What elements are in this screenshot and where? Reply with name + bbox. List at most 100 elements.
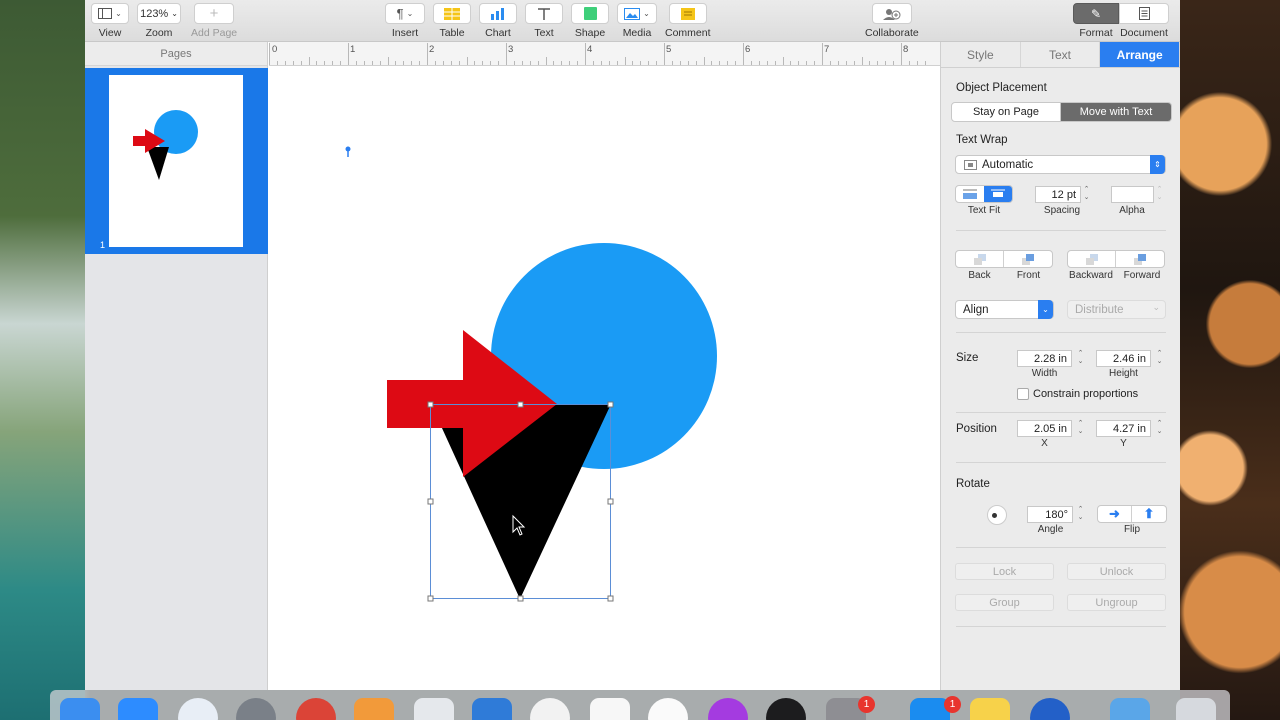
document-item[interactable]: Document	[1119, 3, 1169, 39]
downloads-folder-icon[interactable]	[1110, 698, 1150, 720]
document-canvas[interactable]	[269, 67, 940, 690]
width-field[interactable]: 2.28 in	[1017, 350, 1072, 367]
document-button[interactable]	[1119, 3, 1169, 24]
keynote-icon[interactable]	[472, 698, 512, 720]
x-stepper[interactable]: ⌃ ⌄	[1076, 420, 1085, 437]
zoom-menu[interactable]: 123% ⌄ Zoom	[137, 3, 181, 39]
ruler-tick	[269, 43, 270, 65]
back-label: Back	[968, 270, 991, 281]
insert-button[interactable]: ¶ ⌄	[385, 3, 425, 24]
app-icon[interactable]	[1030, 698, 1070, 720]
ruler-tick	[371, 61, 373, 65]
forward-button[interactable]	[1116, 251, 1164, 267]
table-button[interactable]	[433, 3, 471, 24]
media-button[interactable]: ⌄	[617, 3, 657, 24]
insert-menu[interactable]: ¶ ⌄ Insert	[385, 3, 425, 39]
unlock-button[interactable]: Unlock	[1067, 563, 1166, 580]
text-fit-option-2[interactable]	[984, 186, 1012, 202]
tab-arrange[interactable]: Arrange	[1100, 42, 1181, 67]
y-stepper[interactable]: ⌃ ⌄	[1155, 420, 1164, 437]
height-stepper[interactable]: ⌃ ⌄	[1155, 350, 1164, 367]
object-placement-control: Stay on Page Move with Text	[951, 102, 1172, 122]
media-menu[interactable]: ⌄ Media	[617, 3, 657, 39]
pages-icon[interactable]	[354, 698, 394, 720]
width-stepper[interactable]: ⌃ ⌄	[1076, 350, 1085, 367]
height-field[interactable]: 2.46 in	[1096, 350, 1151, 367]
view-button[interactable]: ⌄	[91, 3, 129, 24]
ruler-tick	[348, 43, 349, 65]
podcasts-icon[interactable]	[708, 698, 748, 720]
reminders-icon[interactable]	[590, 698, 630, 720]
alpha-field[interactable]	[1111, 186, 1154, 203]
text-wrap-popup[interactable]: Automatic ⇕	[955, 155, 1166, 174]
distribute-popup[interactable]: Distribute ⌄	[1067, 300, 1166, 319]
shape-button[interactable]	[571, 3, 609, 24]
zoom-app-icon[interactable]	[118, 698, 158, 720]
zoom-button[interactable]: 123% ⌄	[137, 3, 181, 24]
ruler-tick	[893, 61, 895, 65]
collaborate-item[interactable]: Collaborate	[865, 3, 919, 39]
chart-item[interactable]: Chart	[479, 3, 517, 39]
rotate-title: Rotate	[956, 478, 990, 490]
alpha-stepper[interactable]: ⌃ ⌄	[1155, 186, 1164, 203]
numbers-icon[interactable]	[414, 698, 454, 720]
flip-horizontal-button[interactable]: ➜	[1098, 506, 1133, 522]
align-popup[interactable]: Align ⌄	[955, 300, 1054, 319]
x-field[interactable]: 2.05 in	[1017, 420, 1072, 437]
black-triangle-shape[interactable]	[431, 404, 611, 599]
flip-vertical-button[interactable]: ⬆	[1132, 506, 1166, 522]
safari-icon[interactable]	[178, 698, 218, 720]
tab-style[interactable]: Style	[941, 42, 1021, 67]
view-menu[interactable]: ⌄ View	[91, 3, 129, 39]
chrome-icon[interactable]	[296, 698, 336, 720]
comment-button[interactable]	[668, 3, 707, 24]
finder-icon[interactable]	[60, 698, 100, 720]
back-button[interactable]	[956, 251, 1005, 267]
horizontal-ruler[interactable]: 0 1 2 3 4 5 6 7 8	[269, 42, 940, 66]
page-thumbnail-1[interactable]: 1	[85, 68, 268, 254]
divider	[956, 412, 1166, 413]
constrain-checkbox[interactable]	[1017, 388, 1029, 400]
ruler-tick	[474, 61, 476, 65]
ruler-label: 7	[824, 44, 830, 55]
backward-button[interactable]	[1068, 251, 1117, 267]
text-item[interactable]: Text	[525, 3, 563, 39]
desktop-wallpaper-left	[0, 0, 85, 720]
add-page-button[interactable]: +	[194, 3, 235, 24]
format-button[interactable]: ✎	[1073, 3, 1119, 24]
ruler-tick	[482, 61, 484, 65]
add-page-item[interactable]: + Add Page	[191, 3, 237, 39]
ruler-tick	[466, 57, 468, 65]
front-button[interactable]	[1004, 251, 1052, 267]
apple-tv-icon[interactable]	[766, 698, 806, 720]
launchpad-icon[interactable]	[236, 698, 276, 720]
notes-icon[interactable]	[970, 698, 1010, 720]
page-number: 1	[100, 240, 106, 250]
slack-icon[interactable]	[530, 698, 570, 720]
text-button[interactable]	[525, 3, 563, 24]
lock-button[interactable]: Lock	[955, 563, 1054, 580]
spacing-field[interactable]: 12 pt	[1035, 186, 1081, 203]
ruler-tick	[419, 61, 421, 65]
chart-button[interactable]	[479, 3, 517, 24]
table-item[interactable]: Table	[433, 3, 471, 39]
trash-icon[interactable]	[1176, 698, 1216, 720]
angle-stepper[interactable]: ⌃ ⌄	[1076, 506, 1085, 523]
tab-text[interactable]: Text	[1021, 42, 1101, 67]
text-fit-option-1[interactable]	[956, 186, 984, 202]
format-item[interactable]: ✎ Format	[1073, 3, 1119, 39]
y-field[interactable]: 4.27 in	[1096, 420, 1151, 437]
spacing-stepper[interactable]: ⌃ ⌄	[1082, 186, 1091, 203]
stay-on-page-option[interactable]: Stay on Page	[952, 103, 1062, 121]
ungroup-button[interactable]: Ungroup	[1067, 594, 1166, 611]
rotate-wheel[interactable]	[987, 505, 1007, 525]
collaborate-button[interactable]	[871, 3, 912, 24]
ruler-tick	[798, 61, 800, 65]
format-inspector: Style Text Arrange Object Placement Stay…	[940, 42, 1181, 690]
move-with-text-option[interactable]: Move with Text	[1061, 103, 1171, 121]
group-button[interactable]: Group	[955, 594, 1054, 611]
comment-item[interactable]: Comment	[665, 3, 711, 39]
angle-field[interactable]: 180°	[1027, 506, 1073, 523]
shape-item[interactable]: Shape	[571, 3, 609, 39]
music-icon[interactable]	[648, 698, 688, 720]
